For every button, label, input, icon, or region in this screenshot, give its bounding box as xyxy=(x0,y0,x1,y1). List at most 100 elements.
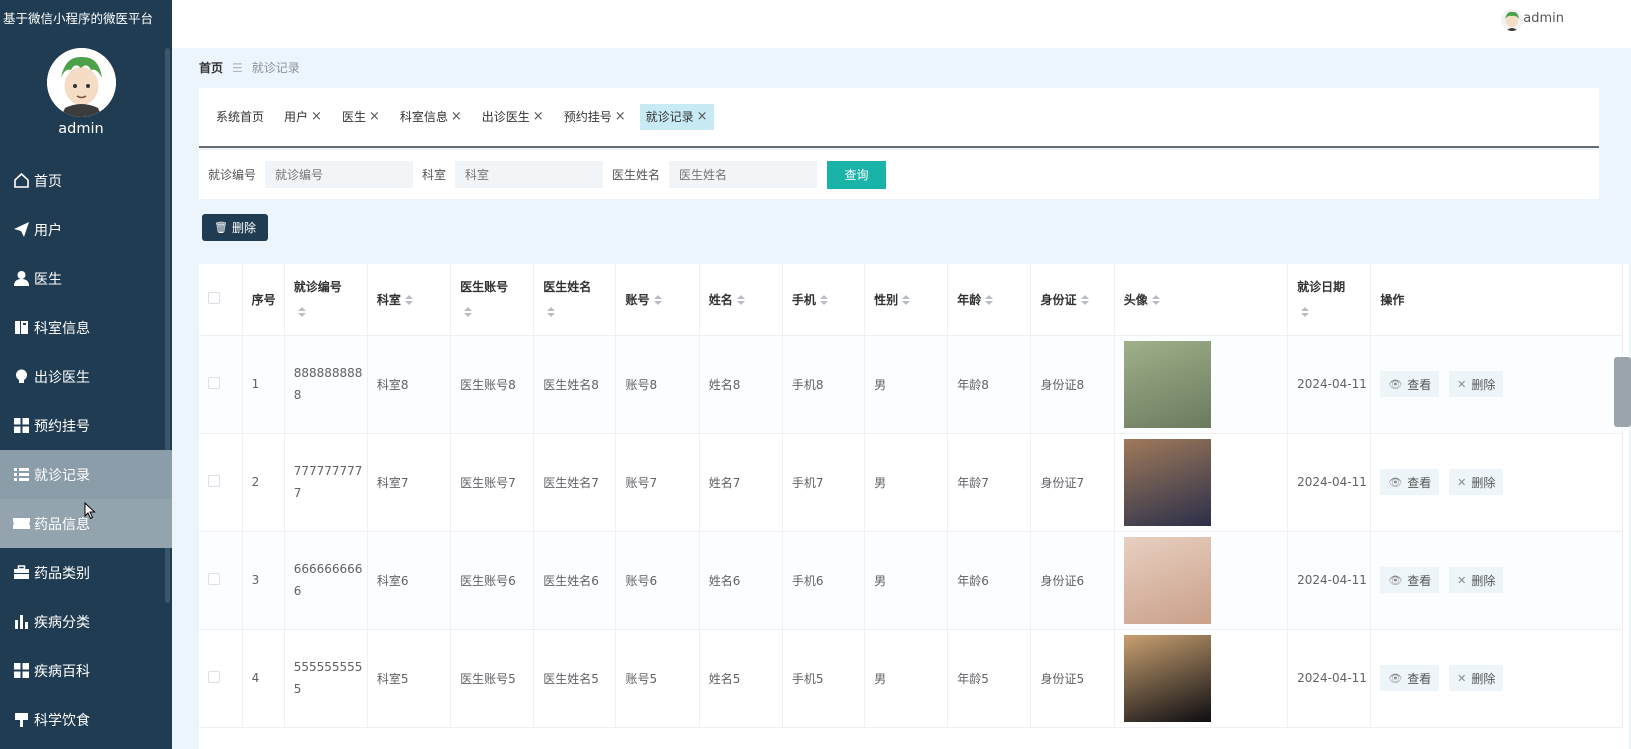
cell-account: 账号5 xyxy=(615,629,700,728)
header-username[interactable]: admin xyxy=(1523,11,1564,26)
cell-date: 2024-04-11 xyxy=(1287,335,1372,434)
sort-icon[interactable] xyxy=(985,295,994,306)
column-header[interactable]: 年龄 xyxy=(947,264,1032,336)
close-icon[interactable]: × xyxy=(369,104,380,130)
delete-button[interactable]: ✕ 删除 xyxy=(1449,665,1504,691)
column-header[interactable]: 医生姓名 xyxy=(533,264,617,336)
close-icon[interactable]: × xyxy=(615,104,626,130)
sidebar-item-users[interactable]: 用户 xyxy=(0,205,172,254)
sort-icon[interactable] xyxy=(464,306,473,317)
sidebar-item-doctors[interactable]: 医生 xyxy=(0,254,172,303)
close-icon: ✕ xyxy=(1457,475,1467,489)
select-all-checkbox[interactable] xyxy=(208,291,220,304)
avatar-photo[interactable] xyxy=(1123,438,1211,526)
column-header[interactable]: 就诊日期 xyxy=(1287,264,1372,336)
view-button-label: 查看 xyxy=(1407,475,1432,490)
view-button[interactable]: 👁 查看 xyxy=(1380,665,1440,691)
column-header[interactable]: 医生账号 xyxy=(450,264,535,336)
column-header[interactable]: 姓名 xyxy=(699,264,783,336)
tag-appointments[interactable]: 预约挂号 × xyxy=(558,104,632,130)
cell-gender: 男 xyxy=(864,433,949,532)
tag-users[interactable]: 用户 × xyxy=(278,104,328,130)
tag-doctors[interactable]: 医生 × xyxy=(336,104,386,130)
row-select-cell xyxy=(199,433,243,532)
row-checkbox[interactable] xyxy=(208,376,220,389)
column-header[interactable]: 性别 xyxy=(864,264,949,336)
page-scrollbar-thumb[interactable] xyxy=(1614,357,1631,427)
cell-avatar xyxy=(1114,629,1289,728)
tag-visit-records[interactable]: 就诊记录 × xyxy=(639,104,714,130)
sort-icon[interactable] xyxy=(1301,306,1310,317)
column-header[interactable]: 科室 xyxy=(367,264,452,336)
tag-home[interactable]: 系统首页 xyxy=(210,104,270,130)
avatar-photo[interactable] xyxy=(1123,634,1211,722)
tag-departments[interactable]: 科室信息 × xyxy=(394,104,468,130)
close-icon[interactable]: × xyxy=(533,104,544,130)
sidebar-item-label: 首页 xyxy=(34,173,62,190)
cell-account: 账号8 xyxy=(615,335,700,434)
dept-input[interactable] xyxy=(455,161,604,188)
sidebar-item-label: 出诊医生 xyxy=(34,369,90,386)
cell-doctor-name: 医生姓名7 xyxy=(533,433,617,532)
avatar-photo[interactable] xyxy=(1123,536,1211,624)
column-header[interactable]: 手机 xyxy=(782,264,866,336)
sort-icon[interactable] xyxy=(819,295,828,306)
column-header[interactable]: 就诊编号 xyxy=(284,264,368,336)
table-row: 4 5555555555 科室5 医生账号5 医生姓名5 账号5 姓名5 手机5… xyxy=(199,629,1623,728)
trash-icon: 🗑 xyxy=(214,221,228,234)
sidebar-item-appointments[interactable]: 预约挂号 xyxy=(0,401,172,450)
delete-button[interactable]: ✕ 删除 xyxy=(1449,469,1504,495)
query-button[interactable]: 查询 xyxy=(827,160,887,189)
tag-visiting-doctors[interactable]: 出诊医生 × xyxy=(476,104,550,130)
sidebar-item-visiting-doctors[interactable]: 出诊医生 xyxy=(0,352,172,401)
column-header-label: 科室 xyxy=(376,292,401,307)
cell-dept: 科室7 xyxy=(367,433,452,532)
column-header[interactable]: 头像 xyxy=(1114,264,1289,336)
breadcrumb-separator-icon: ☰ xyxy=(232,60,243,75)
close-icon[interactable]: × xyxy=(697,104,708,130)
header-avatar[interactable] xyxy=(1501,9,1523,31)
breadcrumb-home[interactable]: 首页 xyxy=(199,59,223,76)
sort-icon[interactable] xyxy=(1080,295,1089,306)
close-icon[interactable]: × xyxy=(311,104,322,130)
table-header-row: 序号 就诊编号 科室 医生账号 医生姓名 账号 姓名 手机 性别 年龄 身份证 … xyxy=(199,264,1623,336)
sort-icon[interactable] xyxy=(547,306,556,317)
close-icon[interactable]: × xyxy=(451,104,462,130)
sidebar-item-label: 疾病分类 xyxy=(34,614,90,631)
view-button[interactable]: 👁 查看 xyxy=(1380,371,1440,397)
sort-icon[interactable] xyxy=(297,306,306,317)
cell-index: 3 xyxy=(242,531,285,630)
column-header-label: 年龄 xyxy=(957,292,982,307)
sort-icon[interactable] xyxy=(653,295,662,306)
sidebar-item-disease-wiki[interactable]: 疾病百科 xyxy=(0,646,172,695)
column-header[interactable]: 身份证 xyxy=(1030,264,1115,336)
sidebar-item-drug-categories[interactable]: 药品类别 xyxy=(0,548,172,597)
column-header-label: 医生姓名 xyxy=(543,280,592,295)
doctor-name-input[interactable] xyxy=(669,161,818,188)
avatar-photo[interactable] xyxy=(1123,340,1211,428)
sort-icon[interactable] xyxy=(404,295,413,306)
sort-icon[interactable] xyxy=(736,295,745,306)
sidebar-item-departments[interactable]: 科室信息 xyxy=(0,303,172,352)
delete-button[interactable]: ✕ 删除 xyxy=(1449,567,1504,593)
cell-doctor-name: 医生姓名8 xyxy=(533,335,617,434)
row-checkbox[interactable] xyxy=(208,474,220,487)
column-header-label: 身份证 xyxy=(1040,292,1077,307)
sort-icon[interactable] xyxy=(902,295,911,306)
sidebar-item-visit-records[interactable]: 就诊记录 xyxy=(0,450,172,499)
batch-delete-button[interactable]: 🗑 删除 xyxy=(202,214,268,241)
view-button[interactable]: 👁 查看 xyxy=(1380,469,1440,495)
column-header[interactable]: 账号 xyxy=(615,264,700,336)
record-no-input[interactable] xyxy=(265,161,414,188)
cell-gender: 男 xyxy=(864,531,949,630)
row-checkbox[interactable] xyxy=(208,572,220,585)
delete-button[interactable]: ✕ 删除 xyxy=(1449,371,1504,397)
view-button[interactable]: 👁 查看 xyxy=(1380,567,1440,593)
table-row: 2 7777777777 科室7 医生账号7 医生姓名7 账号7 姓名7 手机7… xyxy=(199,433,1623,532)
row-checkbox[interactable] xyxy=(208,670,220,683)
sidebar-item-home[interactable]: 首页 xyxy=(0,156,172,205)
sidebar-item-diet[interactable]: 科学饮食 xyxy=(0,695,172,744)
cell-avatar xyxy=(1114,433,1289,532)
sidebar-item-disease-categories[interactable]: 疾病分类 xyxy=(0,597,172,646)
sort-icon[interactable] xyxy=(1151,295,1160,306)
